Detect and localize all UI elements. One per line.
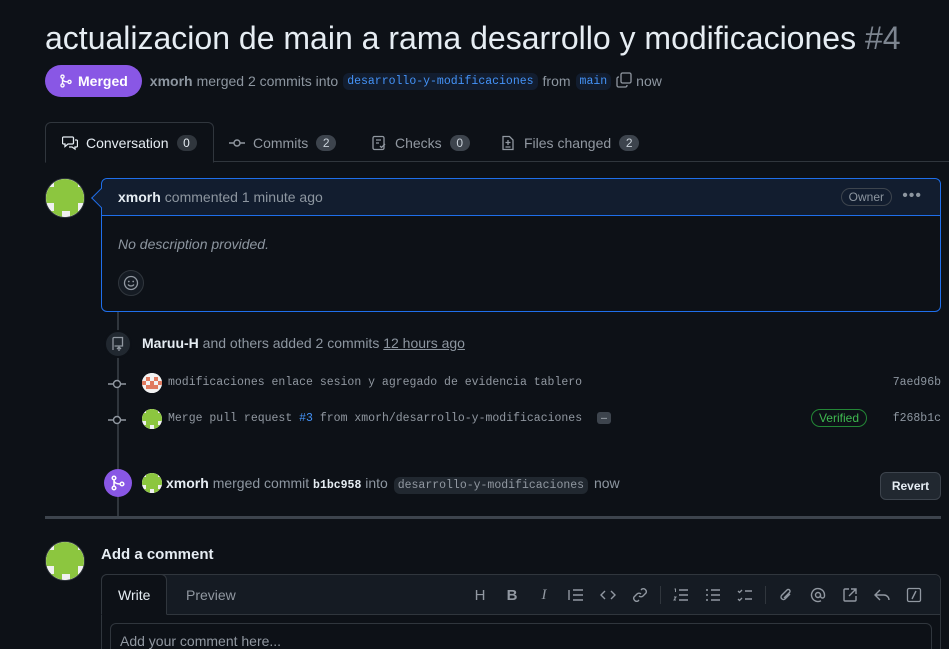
tab-files-changed[interactable]: Files changed 2 <box>484 122 655 163</box>
kebab-menu-icon[interactable]: ••• <box>902 187 922 205</box>
pr-meta: Merged xmorh merged 2 commits into desar… <box>45 65 662 97</box>
commit-icon <box>229 138 245 147</box>
commits-added-event: Maruu-H and others added 2 commits 12 ho… <box>142 335 465 351</box>
checklist-icon <box>372 135 386 150</box>
commits-author[interactable]: Maruu-H <box>142 335 199 351</box>
merge-commit-sha[interactable]: b1bc958 <box>313 479 361 492</box>
tab-files-changed-count: 2 <box>619 134 640 151</box>
heading-icon[interactable]: H <box>464 585 496 605</box>
ordered-list-icon[interactable] <box>665 585 697 605</box>
add-comment-heading: Add a comment <box>101 546 214 563</box>
comment-header: xmorh commented 1 minute ago Owner ••• <box>102 179 940 216</box>
commit-row: modificaciones enlace sesion y agregado … <box>108 373 941 395</box>
commit-sha-link[interactable]: f268b1c <box>893 412 941 425</box>
unordered-list-icon[interactable] <box>697 585 729 605</box>
pr-author-link[interactable]: xmorh <box>150 73 193 89</box>
avatar[interactable] <box>142 373 162 393</box>
revert-button[interactable]: Revert <box>880 472 941 500</box>
avatar[interactable] <box>45 541 85 581</box>
tab-commits[interactable]: Commits 2 <box>213 122 352 163</box>
pr-time: now <box>636 73 662 89</box>
bold-icon[interactable]: B <box>496 585 528 605</box>
file-diff-icon <box>502 135 514 150</box>
italic-icon[interactable]: I <box>528 585 560 605</box>
comment-time[interactable]: 1 minute ago <box>242 189 323 205</box>
commit-message-suffix[interactable]: from xmorh/desarrollo-y-modificaciones <box>320 412 582 425</box>
tab-preview[interactable]: Preview <box>170 574 252 615</box>
attach-icon[interactable] <box>770 585 802 605</box>
tab-checks[interactable]: Checks 0 <box>355 122 486 163</box>
comment-body: No description provided. <box>118 236 269 252</box>
commit-icon <box>108 415 126 425</box>
head-branch[interactable]: main <box>575 72 612 90</box>
commit-message-prefix[interactable]: Merge pull request <box>168 412 292 425</box>
merge-event: xmorh merged commit b1bc958 into desarro… <box>166 475 620 494</box>
toolbar-separator <box>660 586 661 604</box>
commit-sha-link[interactable]: 7aed96b <box>893 376 941 389</box>
avatar[interactable] <box>142 473 162 493</box>
avatar[interactable] <box>45 178 85 218</box>
commit-message-link[interactable]: modificaciones enlace sesion y agregado … <box>168 376 582 389</box>
editor-toolbar: Write Preview H B I <box>101 574 940 615</box>
conversation-icon <box>62 135 78 150</box>
mention-icon[interactable] <box>802 585 834 605</box>
code-icon[interactable] <box>592 585 624 605</box>
commit-message: Merge pull request #3 from xmorh/desarro… <box>168 412 612 425</box>
merged-badge: Merged <box>45 65 142 97</box>
merge-author[interactable]: xmorh <box>166 475 209 491</box>
from-text: from <box>542 73 571 89</box>
pr-title-text: actualizacion de main a rama desarrollo … <box>45 20 857 56</box>
formatting-tools: H B I <box>464 585 930 605</box>
avatar[interactable] <box>142 409 162 429</box>
quote-icon[interactable] <box>560 585 592 605</box>
comment-action: commented <box>164 189 238 205</box>
merged-label: Merged <box>78 73 128 89</box>
commits-added-text: and others added 2 commits <box>202 335 380 351</box>
owner-badge: Owner <box>840 188 892 206</box>
commit-row: Merge pull request #3 from xmorh/desarro… <box>108 409 941 431</box>
tab-conversation-label: Conversation <box>86 134 169 151</box>
tab-conversation[interactable]: Conversation 0 <box>45 122 214 163</box>
tab-conversation-count: 0 <box>176 134 197 151</box>
tab-checks-label: Checks <box>395 134 442 151</box>
tab-commits-count: 2 <box>316 134 337 151</box>
base-branch[interactable]: desarrollo-y-modificaciones <box>343 72 538 90</box>
merge-summary: merged 2 commits into <box>196 73 339 89</box>
git-merge-icon <box>104 469 132 497</box>
commit-icon <box>108 379 126 389</box>
smiley-icon <box>123 275 139 291</box>
merge-event-text: merged commit <box>212 475 310 491</box>
comment-author[interactable]: xmorh <box>118 189 161 205</box>
add-reaction-button[interactable] <box>118 270 144 296</box>
tab-files-changed-label: Files changed <box>524 134 612 151</box>
commits-added-time[interactable]: 12 hours ago <box>383 335 465 351</box>
merge-target-branch[interactable]: desarrollo-y-modificaciones <box>393 477 589 494</box>
comment-box: xmorh commented 1 minute ago Owner ••• N… <box>91 178 941 312</box>
tab-write[interactable]: Write <box>101 574 168 615</box>
reply-icon[interactable] <box>866 585 898 605</box>
tab-commits-label: Commits <box>253 134 309 151</box>
merge-time: now <box>593 475 620 491</box>
pr-title: actualizacion de main a rama desarrollo … <box>45 20 901 57</box>
task-list-icon[interactable] <box>729 585 761 605</box>
pr-number: #4 <box>864 20 901 56</box>
slash-command-icon[interactable] <box>898 585 930 605</box>
copy-icon[interactable] <box>616 71 632 91</box>
comment-textarea[interactable]: Add your comment here... <box>110 623 932 649</box>
repo-push-icon <box>104 330 132 358</box>
merge-into-text: into <box>365 475 388 491</box>
pr-tabs: Conversation 0 Commits 2 Checks 0 Files … <box>45 122 949 163</box>
verified-badge[interactable]: Verified <box>810 409 867 427</box>
pr-reference-link[interactable]: #3 <box>299 412 313 425</box>
cross-reference-icon[interactable] <box>834 585 866 605</box>
git-merge-icon <box>60 74 72 88</box>
tab-checks-count: 0 <box>449 134 470 151</box>
link-icon[interactable] <box>624 585 656 605</box>
timeline-divider <box>45 516 941 519</box>
toolbar-separator <box>765 586 766 604</box>
comment-editor: Write Preview H B I Add your comment her… <box>101 574 941 649</box>
expand-commit-button[interactable]: … <box>597 412 612 424</box>
